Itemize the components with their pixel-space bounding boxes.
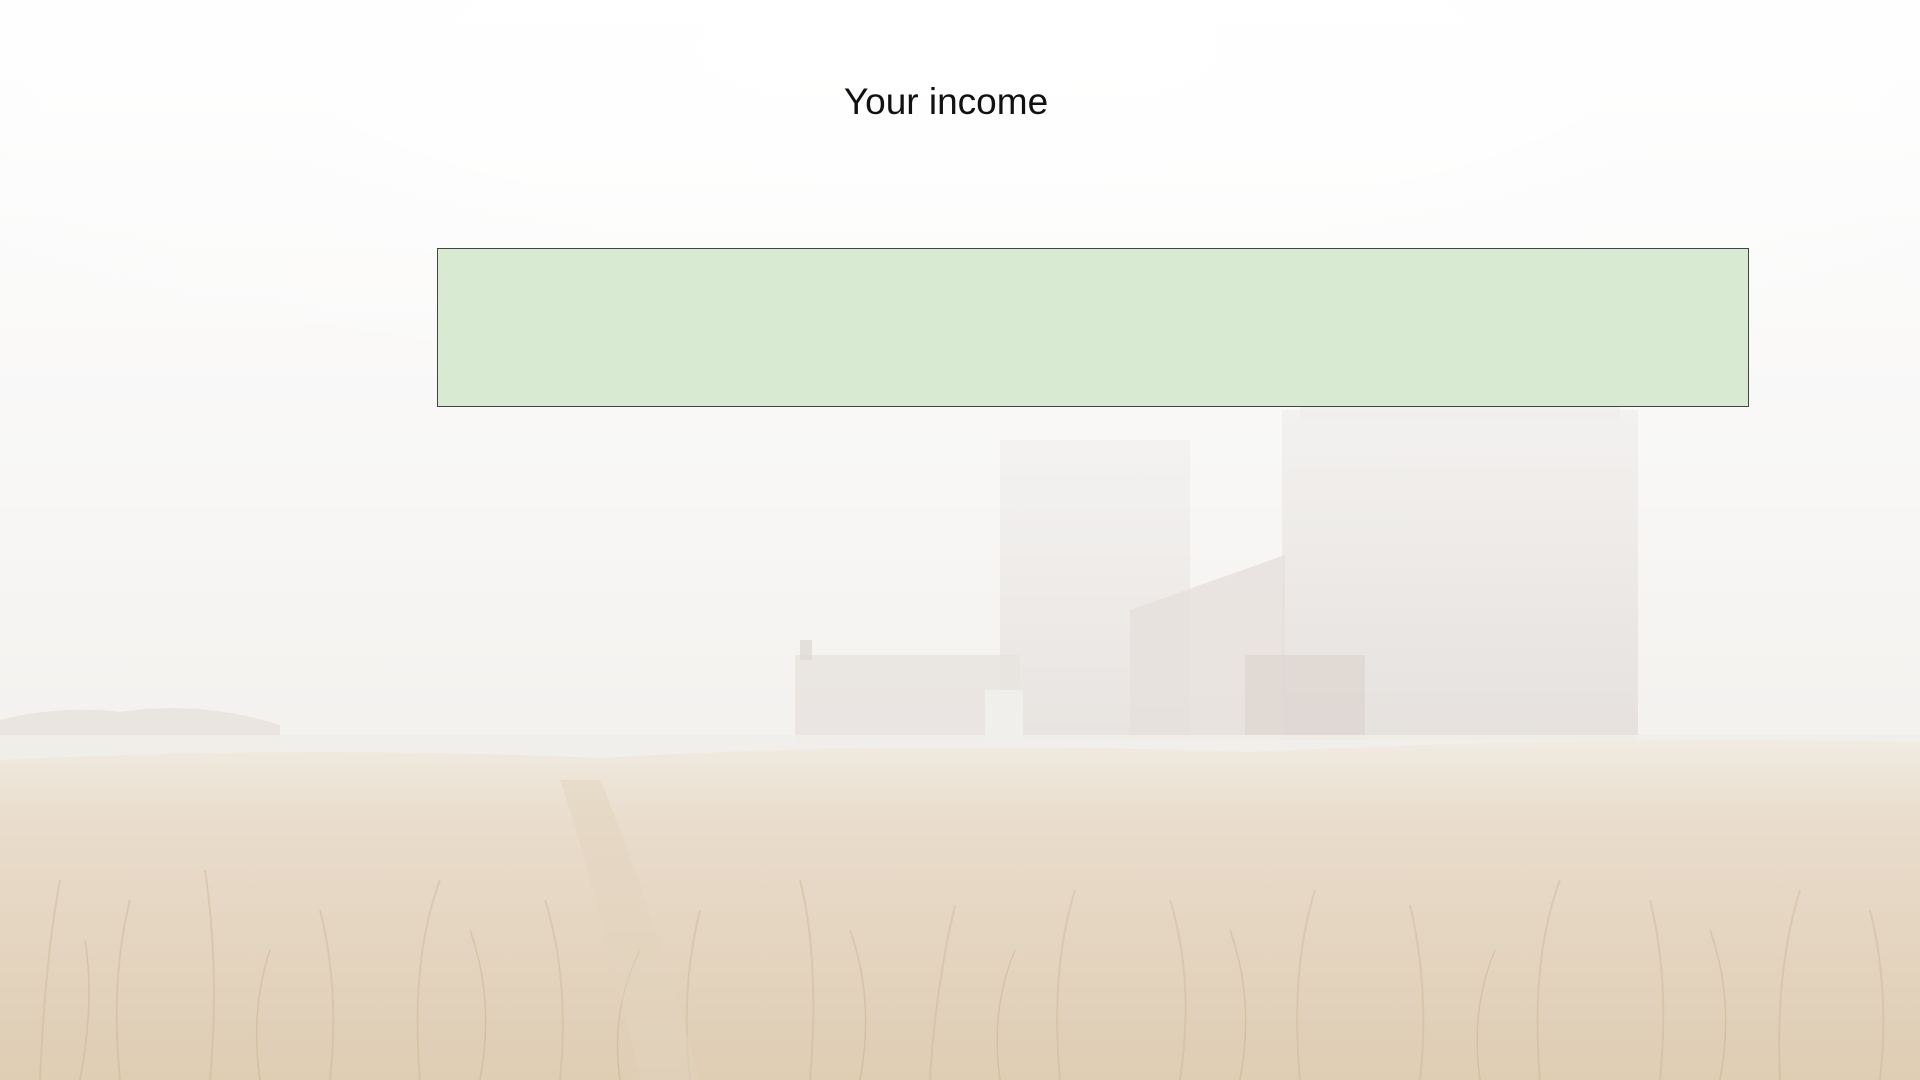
slide: Your income	[0, 0, 1920, 1080]
income-panel	[437, 248, 1749, 407]
foggy-field-background	[0, 0, 1920, 1080]
page-title: Your income	[843, 80, 1049, 122]
